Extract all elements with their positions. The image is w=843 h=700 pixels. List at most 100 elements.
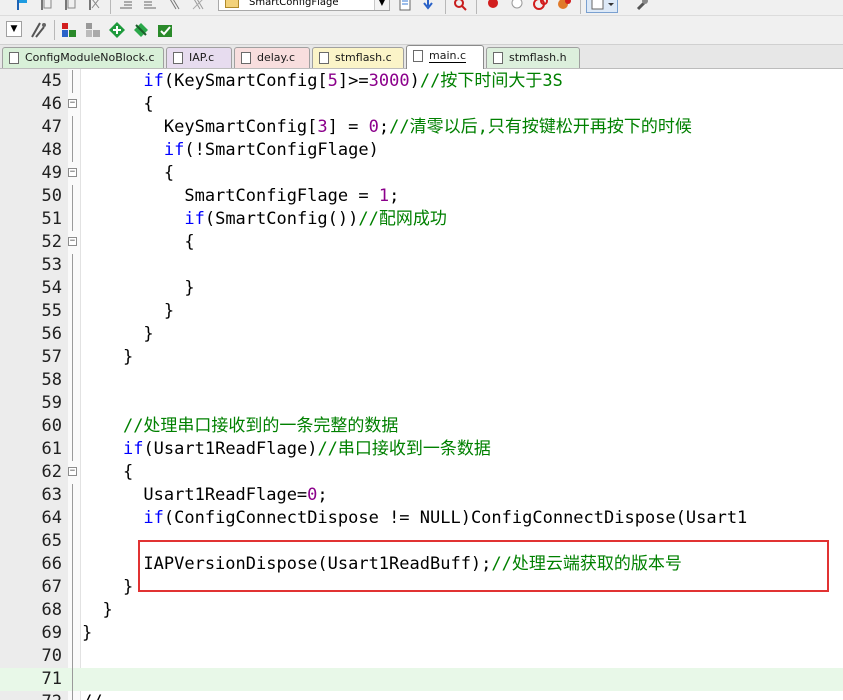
- code-keyword: if: [143, 508, 164, 528]
- code-line[interactable]: 61 if(Usart1ReadFlage)//串口接收到一条数据: [0, 438, 843, 461]
- code-line[interactable]: 50 SmartConfigFlage = 1;: [0, 185, 843, 208]
- code-editor[interactable]: 45 if(KeySmartConfig[5]>=3000)//按下时间大于3S…: [0, 69, 843, 700]
- code-comment: //清零以后,只有按键松开再按下的时候: [389, 117, 692, 137]
- translate-icon[interactable]: [60, 21, 78, 39]
- download-icon[interactable]: [156, 21, 174, 39]
- find-icon[interactable]: [420, 0, 436, 12]
- code-line[interactable]: 59: [0, 392, 843, 415]
- window-layout-icon[interactable]: [586, 0, 618, 13]
- search-icon[interactable]: [452, 0, 468, 12]
- tab-label: delay.c: [257, 51, 296, 64]
- fold-toggle-icon[interactable]: −: [68, 467, 77, 476]
- line-number: 51: [41, 209, 62, 229]
- line-number: 55: [41, 301, 62, 321]
- code-token: (Usart1ReadFlage): [143, 439, 318, 459]
- tab-main-c[interactable]: main.c: [406, 45, 484, 69]
- fold-toggle-icon[interactable]: −: [68, 168, 77, 177]
- tab-delay-c[interactable]: delay.c: [234, 47, 310, 68]
- indent-icon[interactable]: [118, 0, 134, 12]
- code-comment: //配网成功: [358, 209, 447, 229]
- toolbar-dropdown-icon[interactable]: ▼: [6, 21, 22, 37]
- line-number: 60: [41, 416, 62, 436]
- configure-icon[interactable]: [634, 0, 650, 12]
- code-comment: //处理云端获取的版本号: [491, 554, 682, 574]
- code-line[interactable]: 64 if(ConfigConnectDispose != NULL)Confi…: [0, 507, 843, 530]
- breakpoint-kill-icon[interactable]: [533, 0, 549, 12]
- code-token: (!SmartConfigFlage): [184, 140, 379, 160]
- code-line[interactable]: 71: [0, 668, 843, 691]
- code-line[interactable]: 68 }: [0, 599, 843, 622]
- code-line[interactable]: 72 //: [0, 691, 843, 700]
- line-number: 52: [41, 232, 62, 252]
- code-comment: //串口接收到一条数据: [317, 439, 491, 459]
- code-line[interactable]: 58: [0, 369, 843, 392]
- code-text: }: [82, 622, 92, 645]
- code-line[interactable]: 48 if(!SmartConfigFlage): [0, 139, 843, 162]
- code-line[interactable]: 67 }: [0, 576, 843, 599]
- rebuild-icon[interactable]: [108, 21, 126, 39]
- code-line[interactable]: 65: [0, 530, 843, 553]
- code-token: }: [82, 600, 113, 620]
- fold-toggle-icon[interactable]: −: [68, 237, 77, 246]
- breakpoint-disable-icon[interactable]: [509, 0, 525, 12]
- chevron-down-icon[interactable]: ▼: [374, 0, 389, 10]
- bookmark-clear-icon[interactable]: [86, 0, 102, 12]
- code-line[interactable]: 49− {: [0, 162, 843, 185]
- line-number: 53: [41, 255, 62, 275]
- code-line[interactable]: 66 IAPVersionDispose(Usart1ReadBuff);//处…: [0, 553, 843, 576]
- code-line[interactable]: 69}: [0, 622, 843, 645]
- tab-stmflash-c[interactable]: stmflash.c: [312, 47, 404, 68]
- function-combo[interactable]: SmartConfigFlage ▼: [218, 0, 390, 11]
- line-number: 58: [41, 370, 62, 390]
- code-line[interactable]: 54 }: [0, 277, 843, 300]
- bookmark-next-icon[interactable]: [62, 0, 78, 12]
- fold-guide: [72, 622, 73, 645]
- code-line[interactable]: 55 }: [0, 300, 843, 323]
- line-number: 71: [41, 669, 62, 689]
- bookmark-prev-icon[interactable]: [38, 0, 54, 12]
- code-text: Usart1ReadFlage=0;: [82, 484, 327, 507]
- line-number: 56: [41, 324, 62, 344]
- fold-toggle-icon[interactable]: −: [68, 99, 77, 108]
- function-combo-icon: [225, 0, 239, 8]
- find-in-files-icon[interactable]: [398, 0, 414, 12]
- line-number: 70: [41, 646, 62, 666]
- code-token: ] =: [327, 117, 369, 137]
- code-token: ;: [378, 117, 390, 137]
- code-line[interactable]: 62− {: [0, 461, 843, 484]
- code-line[interactable]: 53: [0, 254, 843, 277]
- tab-iap-c[interactable]: IAP.c: [166, 47, 232, 68]
- code-line[interactable]: 52− {: [0, 231, 843, 254]
- code-number: 3: [317, 117, 328, 137]
- bookmark-flag-icon[interactable]: [14, 0, 30, 12]
- code-line[interactable]: 47 KeySmartConfig[3] = 0;//清零以后,只有按键松开再按…: [0, 116, 843, 139]
- code-line[interactable]: 63 Usart1ReadFlage=0;: [0, 484, 843, 507]
- line-number: 61: [41, 439, 62, 459]
- line-number: 45: [41, 71, 62, 91]
- code-line[interactable]: 56 }: [0, 323, 843, 346]
- fold-guide: [72, 70, 73, 93]
- comment-icon[interactable]: [166, 0, 182, 12]
- line-number: 69: [41, 623, 62, 643]
- breakpoint-kill-all-icon[interactable]: [557, 0, 573, 12]
- unindent-icon[interactable]: [142, 0, 158, 12]
- line-number: 46: [41, 94, 62, 114]
- target-options-icon[interactable]: [30, 21, 48, 39]
- line-number: 64: [41, 508, 62, 528]
- code-line[interactable]: 45 if(KeySmartConfig[5]>=3000)//按下时间大于3S: [0, 70, 843, 93]
- tab-configmodulenoblock-c[interactable]: ConfigModuleNoBlock.c: [2, 47, 164, 68]
- code-text: SmartConfigFlage = 1;: [82, 185, 399, 208]
- batch-build-icon[interactable]: [132, 21, 150, 39]
- code-line[interactable]: 51 if(SmartConfig())//配网成功: [0, 208, 843, 231]
- code-line[interactable]: 70: [0, 645, 843, 668]
- code-line[interactable]: 57 }: [0, 346, 843, 369]
- code-line[interactable]: 46− {: [0, 93, 843, 116]
- uncomment-icon[interactable]: [190, 0, 206, 12]
- tab-stmflash-h[interactable]: stmflash.h: [486, 47, 580, 68]
- build-icon[interactable]: [84, 21, 102, 39]
- code-line[interactable]: 60 //处理串口接收到的一条完整的数据: [0, 415, 843, 438]
- breakpoint-icon[interactable]: [485, 0, 501, 12]
